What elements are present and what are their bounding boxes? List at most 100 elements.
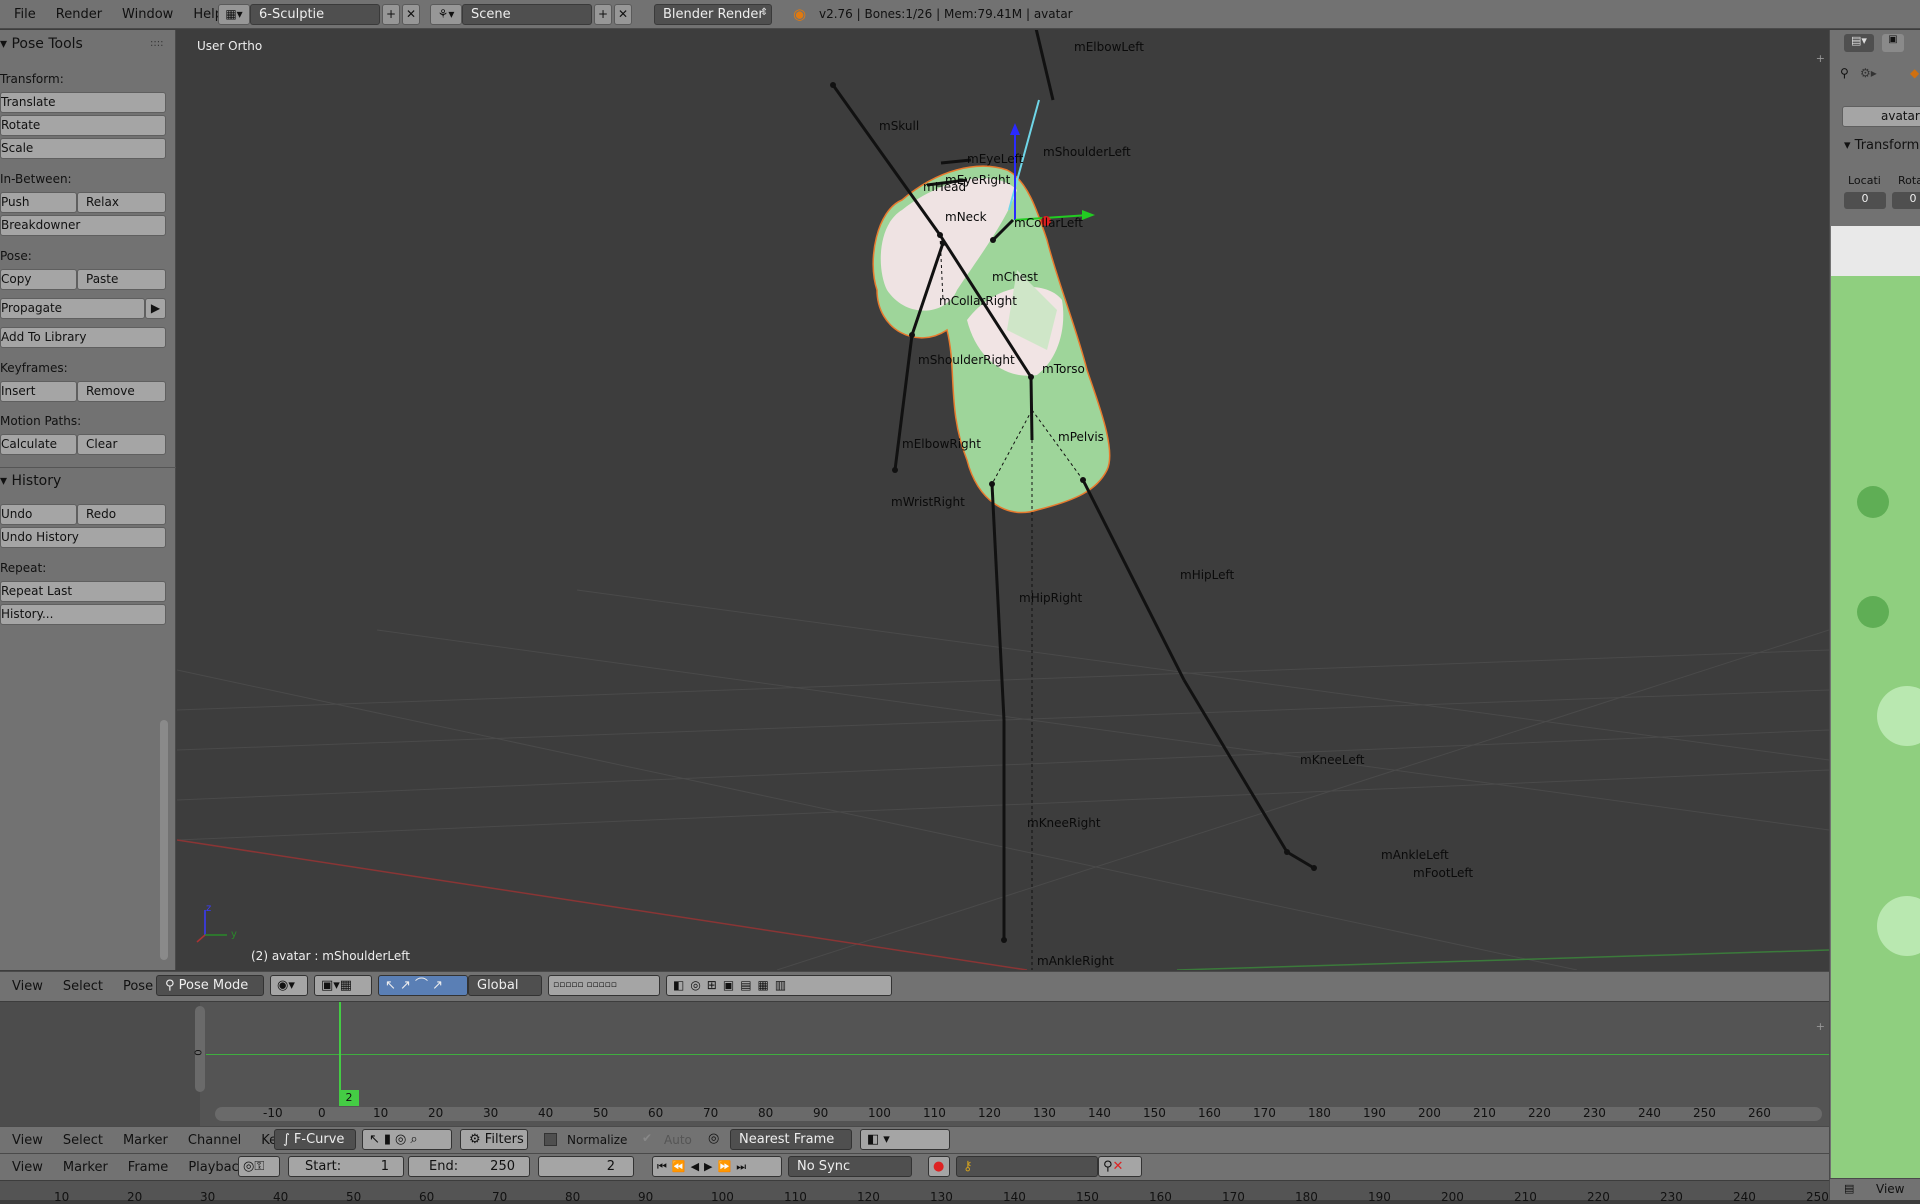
- filters-button[interactable]: ⚙ Filters: [460, 1129, 528, 1150]
- bone-label[interactable]: mTorso: [1042, 362, 1085, 376]
- add-scene-icon[interactable]: +: [594, 4, 612, 25]
- normalize-checkbox[interactable]: [544, 1133, 557, 1146]
- translate-button[interactable]: Translate: [0, 92, 166, 113]
- menu-render[interactable]: Render: [46, 7, 112, 22]
- push-button[interactable]: Push: [0, 192, 77, 213]
- remove-scene-icon[interactable]: ✕: [614, 4, 632, 25]
- bone-label[interactable]: mHead: [923, 180, 966, 194]
- object-name-field[interactable]: avatar: [1842, 106, 1920, 127]
- editor-type-icon[interactable]: ▤▾: [1844, 34, 1874, 52]
- scene-icon[interactable]: ⚘▾: [430, 4, 462, 25]
- pose-tools-header[interactable]: ▾ Pose Tools: [0, 36, 83, 52]
- rotate-button[interactable]: Rotate: [0, 115, 166, 136]
- marker-menu[interactable]: Marker: [63, 1160, 108, 1175]
- view-menu[interactable]: View: [12, 1133, 43, 1148]
- camera-icon[interactable]: ▣: [1882, 34, 1904, 52]
- start-frame-field[interactable]: Start: 1: [288, 1156, 404, 1177]
- copy-button[interactable]: Copy: [0, 269, 77, 290]
- pose-menu[interactable]: Pose: [123, 979, 153, 994]
- screen-layout-icon[interactable]: ▦▾: [218, 4, 250, 25]
- remove-layout-icon[interactable]: ✕: [402, 4, 420, 25]
- bone-label[interactable]: mKneeLeft: [1300, 753, 1365, 767]
- transform-header[interactable]: ▾ Transform: [1844, 138, 1919, 153]
- calculate-button[interactable]: Calculate: [0, 434, 77, 455]
- view3d-tool-icons[interactable]: ◧◎⊞▣▤▦▥: [666, 975, 892, 996]
- remove-button[interactable]: Remove: [77, 381, 166, 402]
- graph-mode-select[interactable]: ∫ F-Curve: [274, 1129, 356, 1150]
- bone-label[interactable]: mShoulderRight: [918, 353, 1015, 367]
- propagate-button[interactable]: Propagate: [0, 298, 145, 319]
- bone-label[interactable]: mCollarRight: [939, 294, 1017, 308]
- record-button[interactable]: ●: [928, 1156, 950, 1177]
- bone-label[interactable]: mChest: [992, 270, 1038, 284]
- rotation-x-field[interactable]: 0: [1892, 192, 1920, 209]
- panel-scrollbar[interactable]: [160, 720, 168, 960]
- render-engine-select[interactable]: Blender Render: [654, 4, 772, 25]
- bone-label[interactable]: mAnkleLeft: [1381, 848, 1449, 862]
- bone-label[interactable]: mWristRight: [891, 495, 965, 509]
- menu-file[interactable]: File: [4, 7, 46, 22]
- repeat-last-button[interactable]: Repeat Last: [0, 581, 166, 602]
- pivot-icons[interactable]: ◧▾ ▦▦◫: [860, 1129, 950, 1166]
- frame-ruler[interactable]: [215, 1107, 1822, 1121]
- bone-label[interactable]: mShoulderLeft: [1043, 145, 1131, 159]
- scale-button[interactable]: Scale: [0, 138, 166, 159]
- bone-label[interactable]: mSkull: [879, 119, 919, 133]
- clear-button[interactable]: Clear: [77, 434, 166, 455]
- snap-select[interactable]: Nearest Frame: [730, 1129, 852, 1150]
- select-menu[interactable]: Select: [63, 1133, 103, 1148]
- bone-label[interactable]: mAnkleRight: [1037, 954, 1114, 968]
- frame-menu[interactable]: Frame: [128, 1160, 169, 1175]
- bone-label[interactable]: mHipRight: [1019, 591, 1082, 605]
- breakdowner-button[interactable]: Breakdowner: [0, 215, 166, 236]
- keying-set-field[interactable]: ⚷: [956, 1156, 1098, 1177]
- bone-label[interactable]: mElbowLeft: [1074, 40, 1144, 54]
- pivot-select[interactable]: ▣▾▦: [314, 975, 372, 996]
- marker-menu[interactable]: Marker: [123, 1133, 168, 1148]
- auto-snap-icon[interactable]: ◎: [708, 1131, 719, 1146]
- menu-window[interactable]: Window: [112, 7, 183, 22]
- bone-label[interactable]: mCollarLeft: [1014, 216, 1083, 230]
- view-menu[interactable]: View: [12, 979, 43, 994]
- bone-label[interactable]: mPelvis: [1058, 430, 1104, 444]
- 3d-viewport[interactable]: User Ortho mElbowLeft mSkull mEyeLeft mS…: [177, 30, 1829, 970]
- view-menu[interactable]: View: [1876, 1182, 1904, 1196]
- layer-buttons[interactable]: ▫▫▫▫▫ ▫▫▫▫▫: [548, 975, 660, 996]
- end-frame-field[interactable]: End: 250: [408, 1156, 530, 1177]
- relax-button[interactable]: Relax: [77, 192, 166, 213]
- paste-button[interactable]: Paste: [77, 269, 166, 290]
- keying-icons[interactable]: ⚲✕: [1098, 1156, 1142, 1177]
- channel-menu[interactable]: Channel: [188, 1133, 241, 1148]
- bone-label[interactable]: mEyeLeft: [967, 152, 1023, 166]
- bone-label[interactable]: mElbowRight: [902, 437, 981, 451]
- undo-button[interactable]: Undo: [0, 504, 77, 525]
- history-more-button[interactable]: History...: [0, 604, 166, 625]
- bone-label[interactable]: mNeck: [945, 210, 987, 224]
- add-to-library-button[interactable]: Add To Library: [0, 327, 166, 348]
- playback-controls[interactable]: ⏮⏪◀▶⏩⏭: [652, 1156, 782, 1177]
- pin-icon[interactable]: ⚲: [1840, 66, 1849, 80]
- bone-label[interactable]: mFootLeft: [1413, 866, 1473, 880]
- current-frame-field[interactable]: 2: [538, 1156, 634, 1177]
- propagate-menu-button[interactable]: ▶: [145, 298, 166, 319]
- bone-label[interactable]: mHipLeft: [1180, 568, 1234, 582]
- preview-range-icons[interactable]: ◎⚿: [238, 1156, 280, 1177]
- current-frame-badge[interactable]: 2: [339, 1090, 359, 1106]
- select-menu[interactable]: Select: [63, 979, 103, 994]
- drag-handle-icon[interactable]: ::::: [150, 38, 163, 49]
- orientation-select[interactable]: Global: [468, 975, 542, 996]
- mode-select[interactable]: ⚲ Pose Mode: [156, 975, 264, 996]
- bone-label[interactable]: mKneeRight: [1027, 816, 1101, 830]
- scene-field[interactable]: Scene: [462, 4, 592, 25]
- shading-select[interactable]: ◉▾: [270, 975, 308, 996]
- sync-select[interactable]: No Sync: [788, 1156, 912, 1177]
- split-corner-icon[interactable]: +: [1816, 1020, 1825, 1033]
- split-corner-icon[interactable]: +: [1816, 52, 1825, 65]
- history-header[interactable]: ▾ History: [0, 473, 61, 489]
- undo-history-button[interactable]: Undo History: [0, 527, 166, 548]
- graph-tool-icons[interactable]: ↖▮◎⌕: [362, 1129, 452, 1150]
- add-layout-icon[interactable]: +: [382, 4, 400, 25]
- location-x-field[interactable]: 0: [1844, 192, 1886, 209]
- screen-layout-field[interactable]: 6-Sculptie: [250, 4, 380, 25]
- insert-button[interactable]: Insert: [0, 381, 77, 402]
